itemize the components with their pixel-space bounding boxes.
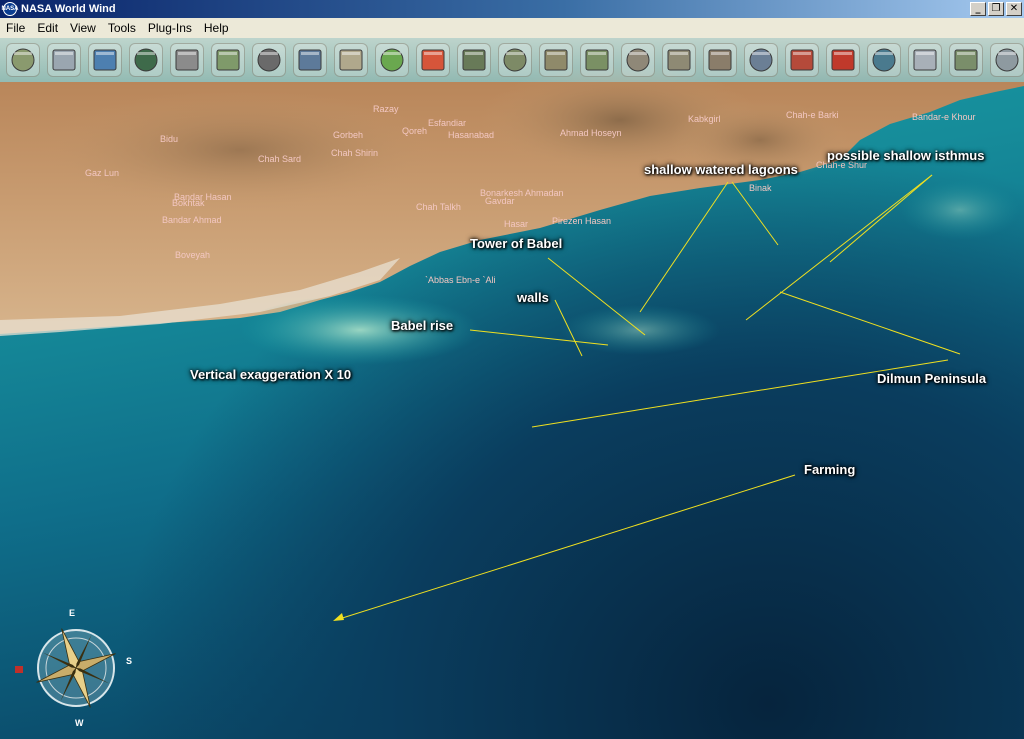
globe-viewport[interactable]: Razay Bidu Esfandiar Qoreh Gorbeh Hasana… [0, 38, 1024, 739]
window-controls: _ ❐ ✕ [970, 2, 1022, 16]
place-label: Bandar-e Khour [912, 112, 976, 122]
rapid-fire-modis-icon [790, 49, 814, 71]
place-label: Bidu [160, 134, 179, 144]
toolbar-button-usgs-urban[interactable] [539, 43, 573, 77]
toolbar-button-boundaries[interactable] [334, 43, 368, 77]
place-label: Kabkgirl [688, 114, 721, 124]
place-label: Binak [749, 183, 772, 193]
flags-icon [831, 49, 855, 71]
place-label: Gaz Lun [85, 168, 120, 178]
world-wind-icon [954, 49, 978, 71]
place-label: Chah Shirin [331, 148, 379, 158]
toolbar-button-usgs-ortho[interactable] [457, 43, 491, 77]
landsat-icon [216, 49, 240, 71]
place-label: Ahmad Hoseyn [560, 128, 622, 138]
toolbar-button-landmarks[interactable] [867, 43, 901, 77]
toolbar-button-usgs-geo[interactable] [703, 43, 737, 77]
toolbar-button-flags[interactable] [826, 43, 860, 77]
toolbar-button-compass-crosshair[interactable] [170, 43, 204, 77]
place-label: Hasanabad [448, 130, 495, 140]
settings-icon [995, 48, 1019, 72]
place-label: Bandar Ahmad [162, 215, 222, 225]
onearth-icon [626, 48, 650, 72]
boundaries-icon [339, 49, 363, 71]
menu-help[interactable]: Help [198, 21, 235, 35]
farming-arrowhead [333, 613, 344, 621]
toolbar-button-globe[interactable] [88, 43, 122, 77]
usgs-urban-icon [544, 49, 568, 71]
toolbar-button-usgs-topo[interactable] [498, 43, 532, 77]
place-label: Chah Talkh [416, 202, 461, 212]
menu-plugins[interactable]: Plug-Ins [142, 21, 198, 35]
menu-bar: File Edit View Tools Plug-Ins Help [0, 18, 1024, 38]
terrain-imagery [0, 65, 1024, 621]
usgs-ortho-icon [462, 49, 486, 71]
nasa-logo-icon: NASA [2, 2, 19, 16]
toolbar-button-world-wind[interactable] [949, 43, 983, 77]
window-title: NASA World Wind [21, 3, 116, 15]
globe-icon [93, 49, 117, 71]
blue-marble-icon [134, 48, 158, 72]
toolbar-button-search[interactable] [252, 43, 286, 77]
toolbar-button-layer-manager[interactable] [6, 43, 40, 77]
place-label: Boveyah [175, 250, 211, 260]
place-label: Qoreh [402, 126, 428, 136]
compass-north-marker [15, 666, 23, 673]
toolbar-button-place-names[interactable] [293, 43, 327, 77]
maximize-button[interactable]: ❐ [988, 2, 1004, 16]
toolbar-button-blue-marble[interactable] [129, 43, 163, 77]
place-names-icon [298, 49, 322, 71]
scale-bar-icon [913, 49, 937, 71]
menu-file[interactable]: File [0, 21, 31, 35]
compass-crosshair-icon [175, 49, 199, 71]
lat-lon-grid-icon [52, 49, 76, 71]
place-label: Gorbeh [333, 130, 364, 140]
title-bar: NASA NASA World Wind _ ❐ ✕ [0, 0, 1024, 18]
animated-earth-icon [421, 49, 445, 71]
toolbar-button-lat-lon-grid[interactable] [47, 43, 81, 77]
close-button[interactable]: ✕ [1006, 2, 1022, 16]
menu-tools[interactable]: Tools [102, 21, 142, 35]
compass-label-south: S [126, 656, 132, 666]
place-label: `Abbas Ebn-e `Ali [425, 275, 496, 285]
zoomit-icon [749, 48, 773, 72]
toolbar-button-usgs-color[interactable] [580, 43, 614, 77]
compass-label-east: E [69, 608, 75, 618]
compass-rose[interactable]: E S W [14, 606, 138, 730]
place-label: Razay [373, 104, 399, 114]
place-label: Chah-e Shur [816, 160, 868, 170]
place-label: Chah Sard [258, 154, 302, 164]
toolbar-button-scale-bar[interactable] [908, 43, 942, 77]
toolbar-button-usgs-gap[interactable] [662, 43, 696, 77]
place-label: Esfandiar [428, 118, 467, 128]
compass-label-west: W [75, 718, 84, 728]
place-label: Chah-e Barki [786, 110, 839, 120]
wms-browser-icon [380, 48, 404, 72]
landmarks-icon [872, 48, 896, 72]
toolbar-button-settings[interactable] [990, 43, 1024, 77]
minimize-button[interactable]: _ [970, 2, 986, 16]
place-label: Bokhtak [172, 198, 205, 208]
toolbar-button-landsat[interactable] [211, 43, 245, 77]
search-icon [257, 48, 281, 72]
place-label: Gavdar [485, 196, 515, 206]
menu-edit[interactable]: Edit [31, 21, 64, 35]
usgs-topo-icon [503, 48, 527, 72]
toolbar-button-wms-browser[interactable] [375, 43, 409, 77]
layer-manager-icon [11, 48, 35, 72]
place-label: Pirezen Hasan [552, 216, 612, 226]
place-label: Hasar [504, 219, 529, 229]
menu-view[interactable]: View [64, 21, 102, 35]
layer-toolbar [0, 38, 1024, 82]
toolbar-button-animated-earth[interactable] [416, 43, 450, 77]
usgs-gap-icon [667, 49, 691, 71]
toolbar-button-rapid-fire-modis[interactable] [785, 43, 819, 77]
usgs-geo-icon [708, 49, 732, 71]
usgs-color-icon [585, 49, 609, 71]
toolbar-button-onearth[interactable] [621, 43, 655, 77]
toolbar-button-zoomit[interactable] [744, 43, 778, 77]
